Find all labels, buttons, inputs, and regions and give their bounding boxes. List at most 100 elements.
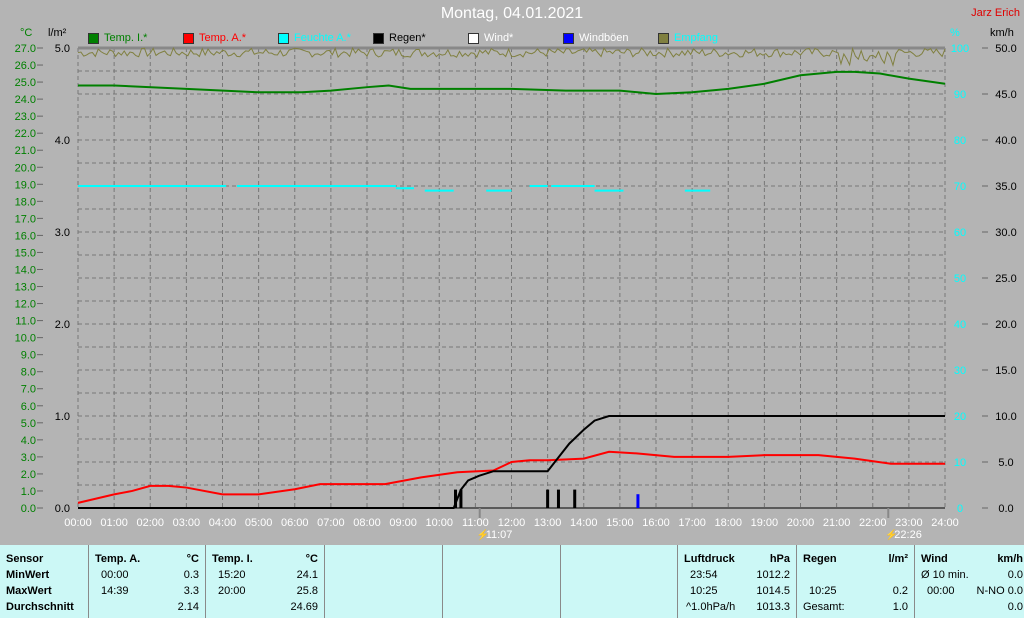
wind-tick-label: 35.0 — [995, 181, 1016, 193]
rain-header: Regen — [803, 553, 837, 565]
x-tick-label: 07:00 — [317, 517, 345, 529]
x-tick-label: 22:00 — [859, 517, 887, 529]
bar-regenbars — [573, 489, 577, 508]
temp-tick-label: 20.0 — [15, 162, 36, 174]
bar-regenbars — [546, 489, 550, 508]
marker-time: 11:07 — [486, 529, 513, 541]
pressure-trend: ^1.0hPa/h — [686, 601, 736, 613]
wind-tick-label: 30.0 — [995, 227, 1016, 239]
temp-tick-label: 9.0 — [21, 350, 36, 362]
temp-tick-label: 26.0 — [15, 60, 36, 72]
x-tick-label: 08:00 — [353, 517, 381, 529]
temp-a-unit: °C — [186, 553, 199, 565]
temp-tick-label: 12.0 — [15, 299, 36, 311]
x-tick-label: 05:00 — [245, 517, 273, 529]
weather-chart: 00:00 01:00 02:00 03:00 04:00 05:00 06:00 07:00… — [15, 43, 1017, 541]
temp-a-min-time: 00:00 — [101, 569, 129, 581]
temp-tick-label: 2.0 — [21, 469, 36, 481]
pressure-min: 1012.2 — [756, 569, 790, 581]
humidity-tick-label: 80 — [954, 135, 966, 147]
x-tick-label: 21:00 — [823, 517, 851, 529]
bar-regenbars — [459, 489, 463, 508]
pressure-max: 1014.5 — [756, 585, 790, 597]
bar-windben — [636, 494, 640, 508]
temp-a-col: Temp. A. °C 00:00 0.3 14:39 3.3 2.14 — [88, 545, 205, 618]
x-tick-label: 20:00 — [787, 517, 815, 529]
temp-tick-label: 14.0 — [15, 264, 36, 276]
rain-max-time: 10:25 — [809, 585, 837, 597]
rain-total-label: Gesamt: — [803, 601, 845, 613]
temp-tick-label: 27.0 — [15, 43, 36, 55]
humidity-tick-label: 40 — [954, 319, 966, 331]
wind-header: Wind — [921, 553, 948, 565]
temp-tick-label: 22.0 — [15, 128, 36, 140]
pressure-max-time: 10:25 — [690, 585, 718, 597]
pressure-unit: hPa — [769, 553, 790, 565]
rain-tick-label: 5.0 — [55, 43, 70, 55]
temp-tick-label: 4.0 — [21, 435, 36, 447]
temp-a-header: Temp. A. — [95, 553, 141, 565]
wind-tick-label: 0.0 — [998, 503, 1013, 515]
wind-tick-label: 15.0 — [995, 365, 1016, 377]
humidity-tick-label: 100 — [951, 43, 969, 55]
temp-tick-label: 3.0 — [21, 452, 36, 464]
rain-tick-label: 1.0 — [55, 411, 70, 423]
empty-col-2 — [442, 545, 560, 618]
pressure-avg: 1013.3 — [756, 601, 790, 613]
rain-max: 0.2 — [892, 585, 908, 597]
temp-tick-label: 15.0 — [15, 247, 36, 259]
marker-time: 22:26 — [894, 529, 922, 541]
wind-col: Wind km/h Ø 10 min. 0.0 00:00 N-NO 0.0 0… — [914, 545, 1024, 618]
wind-min: 0.0 — [1007, 569, 1023, 581]
temp-tick-label: 21.0 — [15, 145, 36, 157]
temp-tick-label: 25.0 — [15, 77, 36, 89]
temp-tick-label: 16.0 — [15, 230, 36, 242]
x-tick-label: 24:00 — [931, 517, 959, 529]
temp-i-min: 24.1 — [296, 569, 318, 581]
wind-tick-label: 20.0 — [995, 319, 1016, 331]
temp-tick-label: 19.0 — [15, 179, 36, 191]
temp-tick-label: 24.0 — [15, 94, 36, 106]
temp-i-min-time: 15:20 — [218, 569, 246, 581]
x-tick-label: 11:00 — [462, 517, 489, 529]
x-tick-label: 09:00 — [389, 517, 417, 529]
pressure-col: Luftdruck hPa 23:54 1012.2 10:25 1014.5 … — [677, 545, 796, 618]
wind-unit-label: km/h — [997, 553, 1023, 565]
pressure-min-time: 23:54 — [690, 569, 718, 581]
x-tick-label: 16:00 — [642, 517, 670, 529]
empty-col-3 — [560, 545, 677, 618]
wind-tick-label: 50.0 — [995, 43, 1016, 55]
humidity-tick-label: 0 — [957, 503, 963, 515]
rain-tick-label: 4.0 — [55, 135, 70, 147]
temp-tick-label: 1.0 — [21, 486, 36, 498]
humidity-tick-label: 10 — [954, 457, 966, 469]
x-tick-label: 01:00 — [100, 517, 128, 529]
x-tick-label: 18:00 — [714, 517, 742, 529]
x-tick-label: 12:00 — [498, 517, 526, 529]
maxwert-label: MaxWert — [6, 585, 52, 597]
temp-tick-label: 13.0 — [15, 282, 36, 294]
sensor-header: Sensor — [6, 553, 44, 565]
x-tick-label: 03:00 — [173, 517, 201, 529]
temp-tick-label: 18.0 — [15, 196, 36, 208]
temp-a-avg: 2.14 — [177, 601, 199, 613]
temp-tick-label: 8.0 — [21, 367, 36, 379]
temp-a-max: 3.3 — [183, 585, 199, 597]
x-tick-label: 23:00 — [895, 517, 923, 529]
humidity-tick-label: 30 — [954, 365, 966, 377]
x-tick-label: 04:00 — [209, 517, 237, 529]
temp-i-avg: 24.69 — [290, 601, 318, 613]
x-tick-label: 13:00 — [534, 517, 562, 529]
wind-tick-label: 10.0 — [995, 411, 1016, 423]
x-tick-label: 15:00 — [606, 517, 634, 529]
stats-table: Sensor MinWert MaxWert Durchschnitt Temp… — [0, 545, 1024, 618]
minwert-label: MinWert — [6, 569, 50, 581]
humidity-tick-label: 50 — [954, 273, 966, 285]
wind-tick-label: 5.0 — [998, 457, 1013, 469]
rain-tick-label: 0.0 — [55, 503, 70, 515]
wind-tick-label: 45.0 — [995, 89, 1016, 101]
rain-tick-label: 3.0 — [55, 227, 70, 239]
x-tick-label: 10:00 — [425, 517, 453, 529]
wind-tick-label: 40.0 — [995, 135, 1016, 147]
wind-tick-label: 25.0 — [995, 273, 1016, 285]
